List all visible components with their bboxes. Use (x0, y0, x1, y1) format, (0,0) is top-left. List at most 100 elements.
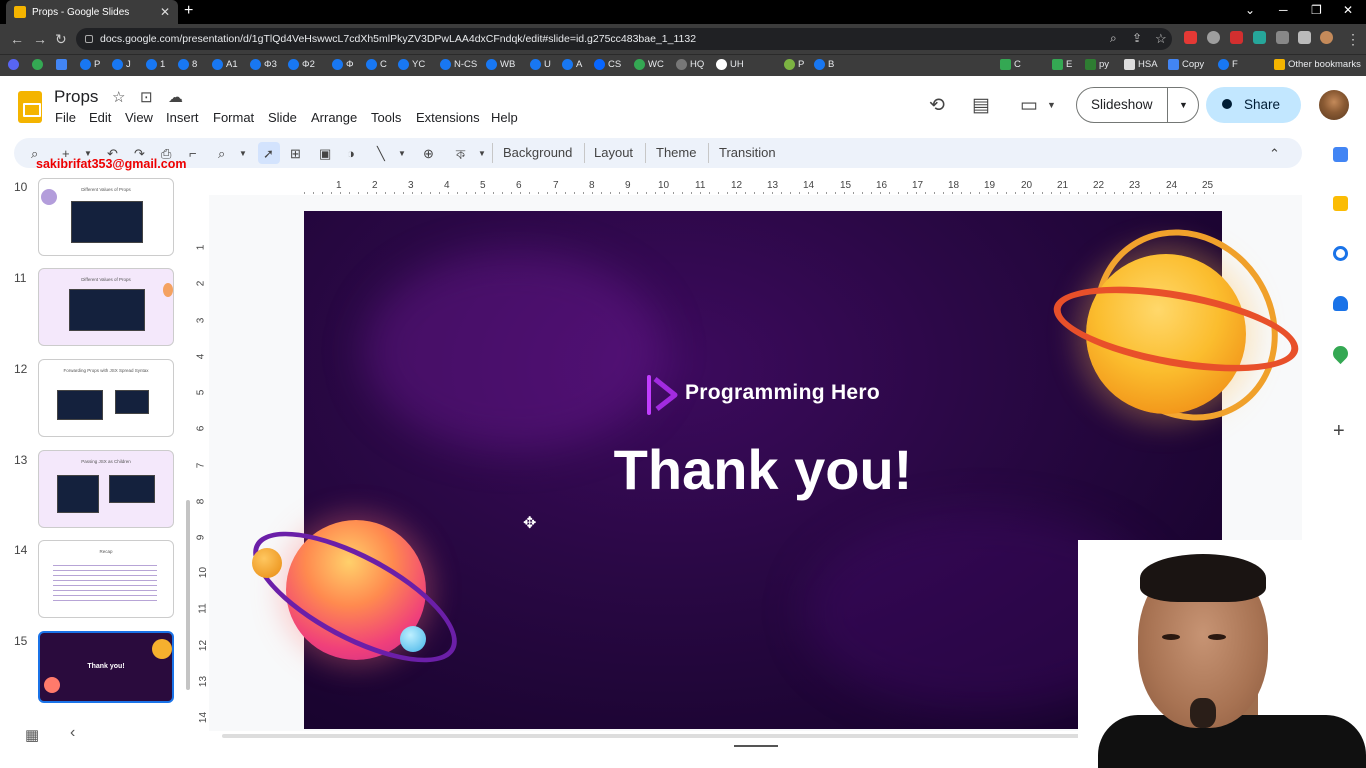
bookmark-item[interactable]: A (562, 59, 582, 70)
menu-help[interactable]: Help (491, 110, 518, 125)
reload-icon[interactable]: ↻ (55, 31, 67, 48)
bookmark-item[interactable]: Φ2 (288, 59, 315, 70)
menu-edit[interactable]: Edit (89, 110, 111, 125)
extension-icon[interactable] (1184, 31, 1197, 44)
extension-icon[interactable] (1253, 31, 1266, 44)
zoom-icon[interactable]: ⌕ (218, 146, 225, 162)
share-button[interactable]: Share (1206, 87, 1301, 123)
grid-view-icon[interactable]: ▦ (25, 726, 39, 744)
bookmark-item[interactable] (56, 59, 67, 70)
menu-insert[interactable]: Insert (166, 110, 199, 125)
bookmark-item[interactable] (8, 59, 19, 70)
chevron-down-icon[interactable]: ▼ (1047, 100, 1056, 110)
bookmark-item[interactable]: Copy (1168, 59, 1204, 70)
text-box-icon[interactable]: ⊞ (290, 146, 301, 162)
bookmark-item[interactable]: CS (594, 59, 621, 70)
document-title[interactable]: Props (54, 87, 98, 107)
theme-button[interactable]: Theme (656, 145, 696, 160)
keep-icon[interactable] (1333, 196, 1348, 211)
close-tab-icon[interactable]: ✕ (160, 5, 170, 19)
bookmark-item[interactable]: Φ (332, 59, 354, 70)
sidebar-icon[interactable] (1298, 31, 1311, 44)
menu-file[interactable]: File (55, 110, 76, 125)
slide-thumbnail-selected[interactable]: Thank you! (38, 631, 174, 703)
adblock-icon[interactable] (1230, 31, 1243, 44)
version-history-icon[interactable]: ⟲ (929, 94, 945, 117)
profile-icon[interactable] (1320, 31, 1333, 44)
bookmark-item[interactable]: P (80, 59, 100, 70)
chevron-down-icon[interactable]: ▼ (239, 149, 247, 158)
extension-icon[interactable] (1207, 31, 1220, 44)
bookmark-item[interactable]: N-CS (440, 59, 477, 70)
menu-tools[interactable]: Tools (371, 110, 401, 125)
zoom-icon[interactable]: ⌕ (1110, 31, 1117, 46)
new-tab-icon[interactable]: + (184, 2, 193, 20)
bookmark-item[interactable]: E (1052, 59, 1072, 70)
background-button[interactable]: Background (503, 145, 572, 160)
restore-icon[interactable]: ❐ (1311, 3, 1322, 17)
add-comment-icon[interactable]: ⊕ (423, 146, 434, 162)
chevron-down-icon[interactable]: ▼ (398, 149, 406, 158)
browser-tab[interactable]: Props - Google Slides ✕ (6, 0, 178, 24)
menu-arrange[interactable]: Arrange (311, 110, 357, 125)
calendar-icon[interactable] (1333, 147, 1348, 162)
transition-button[interactable]: Transition (719, 145, 776, 160)
resize-handle[interactable] (734, 745, 778, 747)
input-tools-icon[interactable]: ক (456, 146, 465, 167)
minimize-icon[interactable]: ─ (1279, 3, 1288, 17)
bookmark-item[interactable]: 1 (146, 59, 165, 70)
contacts-icon[interactable] (1333, 296, 1348, 311)
bookmark-item[interactable]: HQ (676, 59, 704, 70)
slide-thumbnail[interactable]: Forwarding Props with JSX Spread Syntax (38, 359, 174, 437)
menu-format[interactable]: Format (213, 110, 254, 125)
bookmark-star-icon[interactable]: ☆ (1155, 31, 1167, 47)
bookmark-item[interactable]: 8 (178, 59, 197, 70)
back-icon[interactable]: ← (10, 31, 24, 47)
menu-view[interactable]: View (125, 110, 153, 125)
avatar[interactable] (1319, 90, 1349, 120)
more-menu-icon[interactable]: ⋮ (1346, 31, 1360, 48)
layout-button[interactable]: Layout (594, 145, 633, 160)
bookmark-item[interactable]: HSA (1124, 59, 1158, 70)
bookmark-item[interactable]: A1 (212, 59, 238, 70)
bookmark-item[interactable]: J (112, 59, 131, 70)
comments-icon[interactable]: ▤ (972, 94, 990, 117)
chevron-left-icon[interactable]: ‹ (70, 724, 75, 742)
bookmark-item[interactable]: U (530, 59, 551, 70)
paint-format-icon[interactable]: ⌐ (189, 146, 197, 161)
bookmark-item[interactable]: WB (486, 59, 515, 70)
collapse-toolbar-icon[interactable]: ⌃ (1269, 146, 1280, 162)
share-page-icon[interactable]: ⇪ (1132, 31, 1142, 45)
slides-logo-icon[interactable] (18, 91, 42, 123)
menu-slide[interactable]: Slide (268, 110, 297, 125)
horizontal-scrollbar[interactable] (222, 734, 1142, 738)
tasks-icon[interactable] (1333, 246, 1348, 261)
slide-thumbnail[interactable]: Different Values of Props (38, 268, 174, 346)
move-folder-icon[interactable]: ⊡ (140, 88, 153, 106)
bookmark-item[interactable]: B (814, 59, 834, 70)
shape-icon[interactable]: ◑ (347, 146, 355, 161)
line-icon[interactable]: ╲ (377, 146, 385, 162)
add-addon-icon[interactable]: + (1333, 420, 1345, 443)
select-cursor-icon[interactable]: ➚ (263, 146, 274, 162)
bookmark-item[interactable]: py (1085, 59, 1109, 70)
chevron-down-icon[interactable]: ▼ (1179, 88, 1188, 122)
slideshow-button[interactable]: Slideshow ▼ (1076, 87, 1199, 123)
bookmark-item[interactable]: Φ3 (250, 59, 277, 70)
menu-extensions[interactable]: Extensions (416, 110, 480, 125)
filmstrip-scrollbar[interactable] (186, 500, 190, 690)
slide-thumbnail[interactable]: Different Values of Props (38, 178, 174, 256)
forward-icon[interactable]: → (33, 31, 47, 47)
meet-icon[interactable]: ▭ (1020, 94, 1038, 117)
url-field[interactable]: docs.google.com/presentation/d/1gTlQd4Ve… (76, 28, 1172, 50)
other-bookmarks[interactable]: Other bookmarks (1274, 59, 1361, 70)
chevron-down-icon[interactable]: ▼ (478, 149, 486, 158)
bookmark-item[interactable]: P (784, 59, 804, 70)
bookmark-item[interactable]: C (1000, 59, 1021, 70)
close-window-icon[interactable]: ✕ (1343, 3, 1353, 17)
slide-thumbnail[interactable]: Passing JSX as Children (38, 450, 174, 528)
star-icon[interactable]: ☆ (112, 88, 125, 106)
cloud-saved-icon[interactable]: ☁ (168, 88, 183, 106)
bookmark-item[interactable]: UH (716, 59, 744, 70)
bookmark-item[interactable] (32, 59, 43, 70)
